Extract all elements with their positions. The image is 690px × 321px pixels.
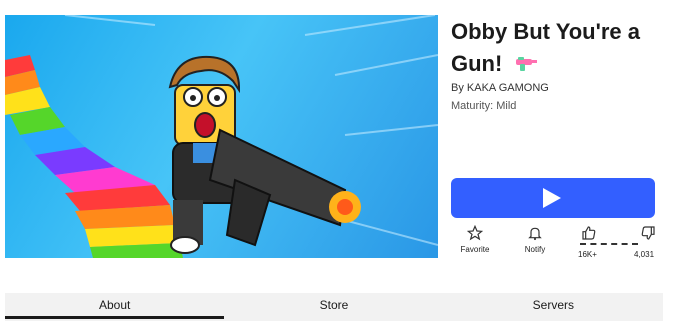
bell-icon (528, 227, 542, 241)
game-title-text: Obby But You're a Gun! (451, 19, 640, 76)
creator-link[interactable]: KAKA GAMONG (467, 82, 549, 94)
downvote-count: 4,031 (634, 250, 655, 259)
downvote-button[interactable] (632, 225, 656, 243)
tab-about[interactable]: About (5, 293, 225, 321)
game-title: Obby But You're a Gun! (451, 16, 681, 81)
vote-ratio-bar (580, 243, 638, 247)
favorite-label: Favorite (460, 245, 490, 254)
game-thumbnail-art (5, 15, 438, 258)
notify-button[interactable]: Notify (518, 225, 552, 254)
thumbs-up-icon (582, 226, 596, 240)
game-thumbnail[interactable] (5, 15, 438, 258)
notify-label: Notify (524, 245, 546, 254)
upvote-button[interactable] (578, 225, 600, 243)
star-icon (466, 224, 484, 241)
play-button[interactable] (451, 178, 655, 218)
byline-prefix: By (451, 82, 464, 94)
play-icon (543, 188, 561, 208)
thumbs-down-icon (641, 226, 655, 240)
upvote-count: 16K+ (578, 250, 597, 259)
creator-byline: By KAKA GAMONG (451, 82, 549, 94)
water-gun-icon (514, 49, 538, 81)
maturity-value: Mild (496, 100, 517, 112)
maturity-rating: Maturity: Mild (451, 100, 516, 112)
maturity-label: Maturity: (451, 100, 494, 112)
tab-store[interactable]: Store (224, 293, 443, 321)
tab-bar: About Store Servers (5, 293, 663, 321)
favorite-button[interactable]: Favorite (458, 224, 492, 254)
tab-servers[interactable]: Servers (444, 293, 663, 321)
